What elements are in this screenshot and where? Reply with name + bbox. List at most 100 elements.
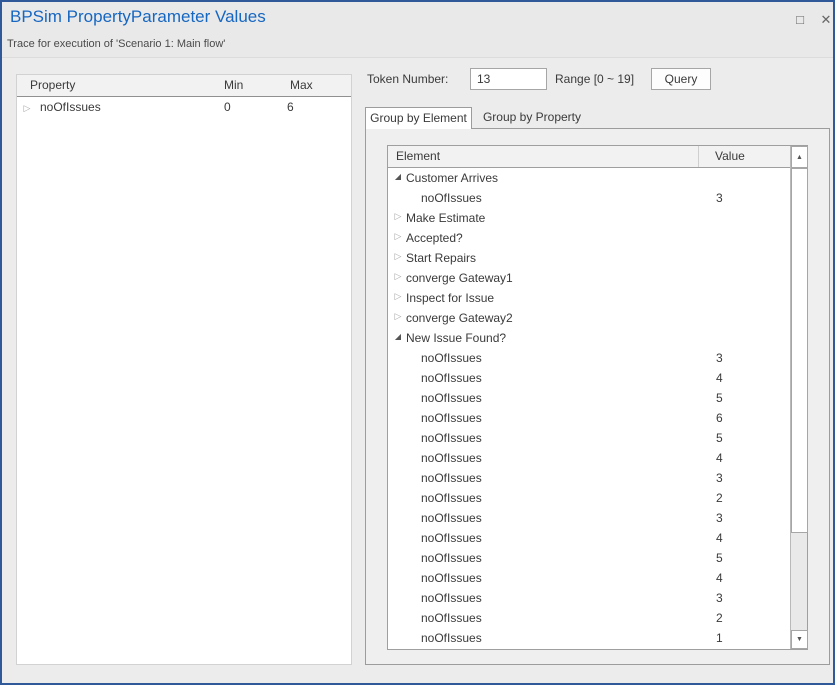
element-row[interactable]: noOfIssues 2 — [388, 488, 790, 508]
down-arrow-icon: ▼ — [796, 636, 803, 643]
element-row[interactable]: noOfIssues 4 — [388, 448, 790, 468]
element-row[interactable]: New Issue Found? — [388, 328, 790, 348]
twisty-icon[interactable] — [391, 328, 405, 342]
element-row[interactable]: noOfIssues 4 — [388, 528, 790, 548]
element-label: Accepted? — [406, 228, 463, 248]
element-value: 3 — [716, 588, 723, 608]
twisty-icon[interactable] — [391, 248, 405, 262]
element-value: 2 — [716, 488, 723, 508]
element-label: noOfIssues — [421, 368, 482, 388]
element-value: 5 — [716, 548, 723, 568]
element-label: noOfIssues — [421, 568, 482, 588]
element-value: 4 — [716, 528, 723, 548]
column-header-min: Min — [224, 75, 243, 96]
group-by-element-panel: Element Value Customer Arrives noOfIssue… — [365, 128, 830, 665]
column-header-element: Element — [396, 146, 440, 167]
up-arrow-icon: ▲ — [796, 154, 803, 161]
element-row[interactable]: noOfIssues 3 — [388, 588, 790, 608]
element-label: noOfIssues — [421, 628, 482, 648]
property-table: Property Min Max noOfIssues 0 6 — [16, 74, 352, 665]
element-label: noOfIssues — [421, 488, 482, 508]
token-number-input[interactable] — [470, 68, 547, 90]
element-row[interactable]: noOfIssues 5 — [388, 388, 790, 408]
twisty-icon[interactable] — [391, 308, 405, 322]
element-row[interactable]: noOfIssues 3 — [388, 188, 790, 208]
element-label: Start Repairs — [406, 248, 476, 268]
element-label: noOfIssues — [421, 388, 482, 408]
element-value: 3 — [716, 188, 723, 208]
element-value: 6 — [716, 408, 723, 428]
element-row[interactable]: noOfIssues 3 — [388, 348, 790, 368]
element-row[interactable]: noOfIssues 4 — [388, 568, 790, 588]
element-label: noOfIssues — [421, 428, 482, 448]
twisty-icon[interactable] — [391, 208, 405, 222]
element-value: 5 — [716, 428, 723, 448]
property-max-value: 6 — [287, 97, 294, 117]
element-table-rows: Customer Arrives noOfIssues 3 Make Estim… — [388, 168, 790, 649]
element-label: noOfIssues — [421, 188, 482, 208]
element-row[interactable]: noOfIssues 5 — [388, 428, 790, 448]
element-label: noOfIssues — [421, 548, 482, 568]
element-row[interactable]: noOfIssues 6 — [388, 408, 790, 428]
property-table-header: Property Min Max — [17, 75, 351, 97]
element-value: 2 — [716, 608, 723, 628]
element-row[interactable]: Start Repairs — [388, 248, 790, 268]
maximize-icon[interactable]: □ — [790, 10, 810, 30]
element-row[interactable]: Accepted? — [388, 228, 790, 248]
element-value: 3 — [716, 468, 723, 488]
twisty-icon[interactable] — [391, 228, 405, 242]
element-label: noOfIssues — [421, 588, 482, 608]
twisty-icon[interactable] — [391, 288, 405, 302]
element-row[interactable]: noOfIssues 3 — [388, 468, 790, 488]
element-value: 3 — [716, 508, 723, 528]
property-min-value: 0 — [224, 97, 231, 117]
titlebar: BPSim PropertyParameter Values Trace for… — [2, 2, 833, 58]
element-row[interactable]: noOfIssues 1 — [388, 628, 790, 648]
expand-collapsed-icon[interactable] — [20, 97, 34, 118]
element-row[interactable]: converge Gateway2 — [388, 308, 790, 328]
element-value: 4 — [716, 568, 723, 588]
range-label: Range [0 ~ 19] — [555, 72, 634, 86]
element-row[interactable]: Inspect for Issue — [388, 288, 790, 308]
element-row[interactable]: noOfIssues 3 — [388, 508, 790, 528]
element-value: 3 — [716, 348, 723, 368]
dialog-title: BPSim PropertyParameter Values — [10, 7, 266, 27]
column-header-value: Value — [715, 146, 745, 167]
element-row[interactable]: noOfIssues 4 — [388, 368, 790, 388]
tab-group-by-property[interactable]: Group by Property — [472, 107, 592, 129]
element-label: noOfIssues — [421, 348, 482, 368]
element-table-header: Element Value — [388, 146, 807, 168]
element-row[interactable]: Make Estimate — [388, 208, 790, 228]
element-row[interactable]: converge Gateway1 — [388, 268, 790, 288]
query-button[interactable]: Query — [651, 68, 711, 90]
element-row[interactable]: noOfIssues 2 — [388, 608, 790, 628]
twisty-icon[interactable] — [391, 168, 405, 182]
element-label: Customer Arrives — [406, 168, 498, 188]
element-row[interactable]: Customer Arrives — [388, 168, 790, 188]
element-label: New Issue Found? — [406, 328, 506, 348]
close-icon[interactable]: ✕ — [816, 10, 835, 30]
element-label: noOfIssues — [421, 508, 482, 528]
column-header-property: Property — [30, 75, 75, 96]
twisty-icon[interactable] — [391, 268, 405, 282]
property-row[interactable]: noOfIssues 0 6 — [17, 97, 351, 117]
column-header-max: Max — [290, 75, 313, 96]
element-table: Element Value Customer Arrives noOfIssue… — [387, 145, 808, 650]
element-label: converge Gateway2 — [406, 308, 513, 328]
vertical-scrollbar[interactable]: ▲ ▼ — [790, 146, 807, 649]
scroll-down-button[interactable]: ▼ — [791, 630, 808, 649]
token-number-label: Token Number: — [367, 72, 448, 86]
bpsim-property-values-dialog: BPSim PropertyParameter Values Trace for… — [0, 0, 835, 685]
element-value: 4 — [716, 448, 723, 468]
element-label: Make Estimate — [406, 208, 485, 228]
element-label: noOfIssues — [421, 528, 482, 548]
element-value: 1 — [716, 628, 723, 648]
property-name: noOfIssues — [40, 97, 101, 117]
element-label: noOfIssues — [421, 408, 482, 428]
element-label: noOfIssues — [421, 468, 482, 488]
element-row[interactable]: noOfIssues 5 — [388, 548, 790, 568]
scrollbar-thumb[interactable] — [791, 168, 808, 533]
tab-group-by-element[interactable]: Group by Element — [365, 107, 472, 129]
element-label: converge Gateway1 — [406, 268, 513, 288]
scroll-up-button[interactable]: ▲ — [791, 146, 808, 168]
